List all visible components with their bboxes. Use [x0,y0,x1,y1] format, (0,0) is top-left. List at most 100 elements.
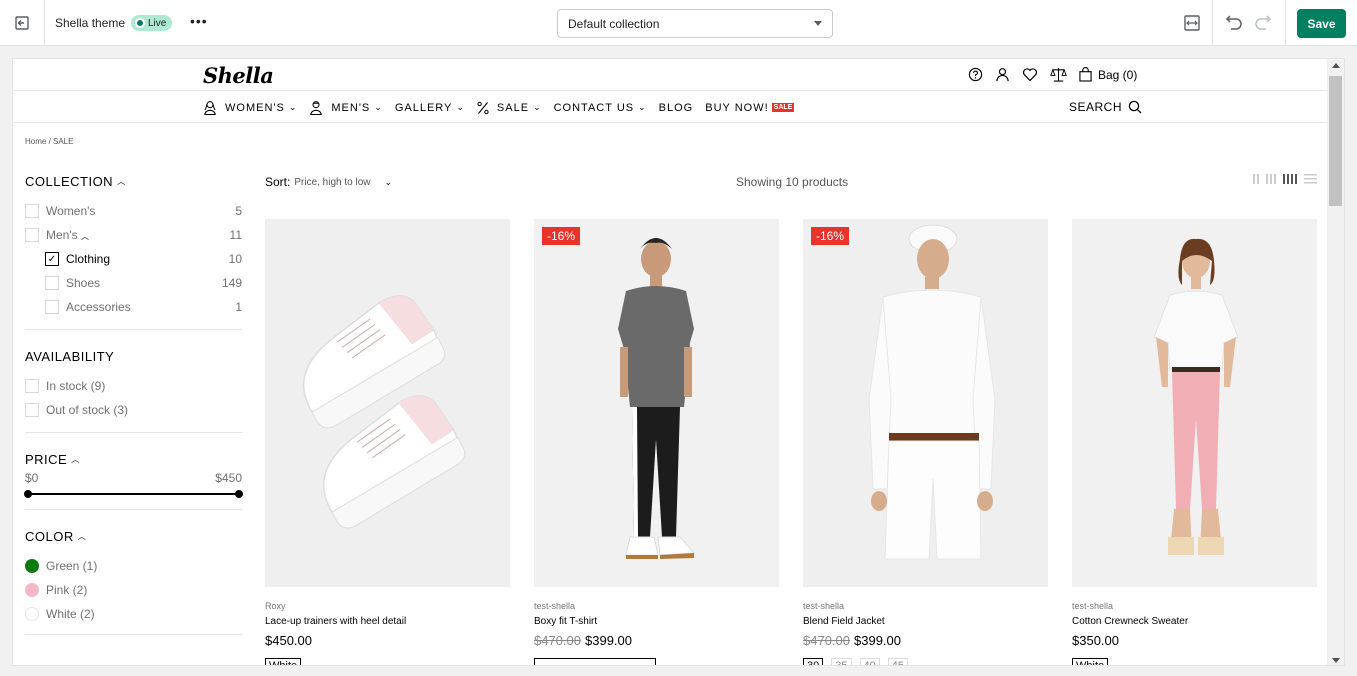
template-select[interactable]: Default collection [557,9,833,38]
bag-button[interactable]: Bag (0) [1079,67,1137,82]
color-swatch[interactable] [25,559,39,573]
nav-item-contact-us[interactable]: CONTACT US ⌄ [554,102,647,114]
filter-title: COLLECTION [25,173,114,189]
main-navigation: WOMEN'S ⌄ MEN'S ⌄ GALLERY ⌄ SALE ⌄ CONTACT U… [13,92,1329,123]
product-title[interactable]: Boxy fit T-shirt [534,616,779,627]
product-options: 30 35 40 45 [803,658,1048,665]
nav-item-sale[interactable]: SALE ⌄ [477,101,542,115]
search-icon [1128,100,1142,114]
filter-label: Accessories [66,300,131,314]
undo-button[interactable] [1225,13,1243,36]
filter-option-accessories[interactable]: Accessories 1 [25,295,242,319]
product-title[interactable]: Lace-up trainers with heel detail [265,616,510,627]
filter-label: Women's [46,204,96,218]
product-title[interactable]: Cotton Crewneck Sweater [1072,616,1317,627]
product-options: White [1072,658,1317,665]
discount-badge: -16% [811,227,850,245]
color-swatch[interactable] [25,607,39,621]
wishlist-heart-icon[interactable] [1022,67,1038,82]
size-option[interactable]: 45 [887,658,908,665]
filter-count: 1 [235,300,242,314]
nav-item-womens[interactable]: WOMEN'S ⌄ [203,100,297,115]
redo-icon [1255,15,1272,30]
filter-color-white[interactable]: White (2) [25,602,242,626]
product-card[interactable]: Roxy Lace-up trainers with heel detail $… [265,219,510,665]
redo-button[interactable] [1254,13,1272,36]
nav-label: GALLERY [394,101,453,114]
sort-dropdown[interactable]: Sort: Price, high to low ⌄ [265,175,392,189]
filter-color-pink[interactable]: Pink (2) [25,578,242,602]
divider [25,634,242,635]
nav-label: CONTACT US [553,101,635,114]
filter-price-header[interactable]: PRICE ︿ [25,449,242,469]
save-button[interactable]: Save [1297,9,1346,38]
viewport-toggle-button[interactable] [1179,12,1205,34]
nav-item-buy-now[interactable]: BUY NOW! SALE [705,102,795,114]
shopping-bag-icon [1079,67,1092,82]
grid-4-columns-icon[interactable] [1283,174,1297,184]
filter-collection-header[interactable]: COLLECTION ︿ [25,171,242,191]
filter-count: 10 [228,252,242,266]
nav-item-blog[interactable]: BLOG [659,102,694,114]
filter-option-womens[interactable]: Women's 5 [25,199,242,223]
product-image[interactable]: -16% [534,219,779,587]
checkbox[interactable] [25,379,39,393]
account-icon[interactable] [995,67,1010,82]
compare-scale-icon[interactable] [1050,67,1067,82]
scroll-up-arrow-icon[interactable] [1332,63,1340,68]
scrollbar-thumb[interactable] [1329,76,1342,206]
checkbox[interactable] [25,204,39,218]
nav-item-mens[interactable]: MEN'S ⌄ [309,100,382,115]
grid-2-columns-icon[interactable] [1253,174,1259,184]
filter-option-clothing[interactable]: ✓ Clothing 10 [25,247,242,271]
option-swatch[interactable]: White [265,658,302,665]
scroll-down-arrow-icon[interactable] [1332,658,1340,663]
filter-title: COLOR [25,528,74,544]
filter-color-header[interactable]: COLOR ︿ [25,526,242,546]
size-option[interactable]: 35 [831,658,852,665]
option-swatch[interactable] [534,658,656,665]
product-price: $470.00 $399.00 [534,633,632,648]
price-slider-max-handle[interactable] [235,490,243,498]
search-button[interactable]: SEARCH [1069,100,1142,114]
discount-badge: -16% [542,227,581,245]
filter-availability-header[interactable]: AVAILABILITY [25,346,242,366]
product-image[interactable] [1072,219,1317,587]
price-slider-track[interactable] [24,490,243,498]
filter-option-in-stock[interactable]: In stock (9) [25,374,242,398]
breadcrumb[interactable]: Home / SALE [25,137,73,146]
exit-button[interactable] [0,0,45,45]
model-jacket-image [803,219,1048,587]
store-logo[interactable]: Shella [203,63,274,88]
product-card[interactable]: -16% test-shella Boxy fit T-shirt $470.0… [534,219,779,665]
checkbox[interactable] [45,300,59,314]
preview-scrollbar[interactable] [1327,59,1344,665]
caret-down-icon [814,21,822,26]
size-option[interactable]: 30 [803,658,824,665]
checkbox[interactable] [25,403,39,417]
filter-option-out-of-stock[interactable]: Out of stock (3) [25,398,242,422]
checkbox[interactable] [45,276,59,290]
option-swatch[interactable]: White [1072,658,1109,665]
help-icon[interactable] [968,67,983,82]
product-options [534,658,779,665]
list-view-icon[interactable] [1304,174,1317,184]
product-title[interactable]: Blend Field Jacket [803,616,1048,627]
size-option[interactable]: 40 [859,658,880,665]
man-icon [310,101,323,115]
product-card[interactable]: -16% test-shella Blend Field Jacket $470… [803,219,1048,665]
checkbox-checked[interactable]: ✓ [45,252,59,266]
filter-label: Shoes [66,276,101,290]
checkbox[interactable] [25,228,39,242]
product-image[interactable] [265,219,510,587]
filter-option-mens[interactable]: Men's ︿ 11 [25,223,242,247]
more-actions-button[interactable]: ••• [190,13,208,29]
product-card[interactable]: test-shella Cotton Crewneck Sweater $350… [1072,219,1317,665]
nav-item-gallery[interactable]: GALLERY ⌄ [395,102,465,114]
product-image[interactable]: -16% [803,219,1048,587]
filter-color-green[interactable]: Green (1) [25,554,242,578]
price-slider-min-handle[interactable] [24,490,32,498]
grid-3-columns-icon[interactable] [1266,174,1276,184]
filter-option-shoes[interactable]: Shoes 149 [25,271,242,295]
color-swatch[interactable] [25,583,39,597]
